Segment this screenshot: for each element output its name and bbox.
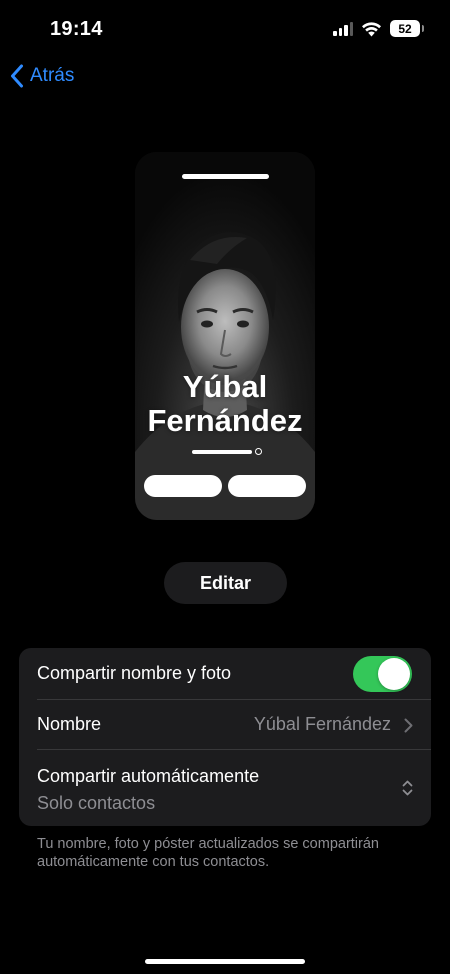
signal-icon [333,21,353,36]
settings-group: Compartir nombre y foto Nombre Yúbal Fer… [19,648,431,826]
share-name-photo-toggle[interactable] [353,656,412,692]
poster-top-bar [182,174,269,179]
name-row[interactable]: Nombre Yúbal Fernández [19,700,431,750]
home-indicator[interactable] [145,959,305,964]
share-name-photo-label: Compartir nombre y foto [37,663,232,683]
auto-share-label: Compartir automáticamente [37,766,260,786]
poster-dot [255,448,262,455]
chevron-left-icon [11,64,23,88]
toggle-knob [378,658,410,690]
share-name-photo-row: Compartir nombre y foto [19,648,431,700]
auto-share-row[interactable]: Compartir automáticamente Solo contactos [19,750,431,826]
chevron-right-icon [404,718,413,733]
poster-pill-left [144,475,222,497]
back-label: Atrás [30,65,75,86]
footer-note: Tu nombre, foto y póster actualizados se… [37,836,379,870]
poster-name: Yúbal Fernández [135,370,315,438]
wifi-icon [362,21,381,36]
auto-share-value: Solo contactos [37,793,156,813]
poster-photo [135,152,315,520]
poster-last-name: Fernández [147,403,303,438]
battery-icon: 52 [390,20,424,37]
poster-pill-right [228,475,306,497]
chevron-up-down-icon [402,780,413,796]
name-value: Yúbal Fernández [253,714,391,734]
poster-first-name: Yúbal [182,369,268,404]
contact-poster-preview [135,152,315,520]
poster-underline [192,450,252,454]
status-time: 19:14 [50,18,103,40]
status-bar: 19:14 52 [0,0,450,60]
edit-button[interactable]: Editar [164,562,287,604]
name-label: Nombre [37,714,102,734]
status-icons: 52 [333,20,424,37]
back-button[interactable]: Atrás [10,64,74,88]
